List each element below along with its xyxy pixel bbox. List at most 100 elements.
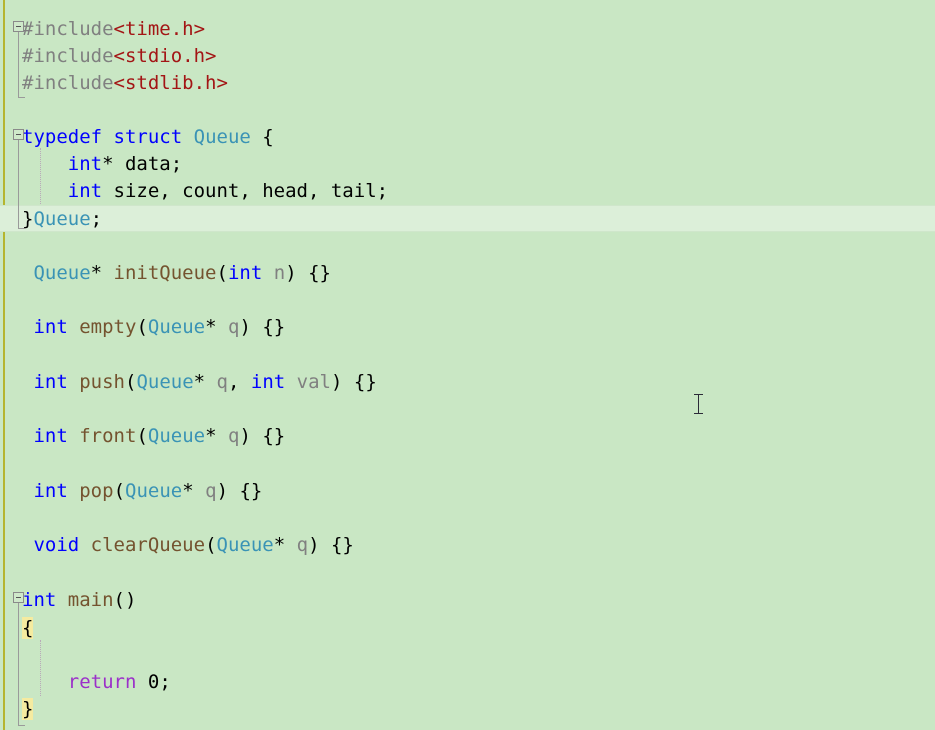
code-token: *	[205, 425, 228, 447]
code-line-current[interactable]: }Queue;	[0, 205, 935, 232]
fold-collapse-icon[interactable]	[13, 21, 24, 32]
fold-collapse-icon[interactable]	[13, 592, 24, 603]
code-line-text: int main()	[22, 587, 136, 614]
code-line-text: void clearQueue(Queue* q) {}	[22, 532, 354, 559]
fold-region-foot	[18, 725, 25, 726]
code-token: <time.h>	[113, 18, 206, 40]
code-token: (	[125, 371, 137, 393]
code-line-text: int push(Queue* q, int val) {}	[22, 369, 377, 396]
code-token: q	[227, 425, 240, 447]
code-line-text: Queue* initQueue(int n) {}	[22, 260, 331, 287]
fold-region-line	[18, 140, 19, 228]
code-line[interactable]: typedef struct Queue {	[0, 124, 935, 151]
code-line[interactable]: int pop(Queue* q) {}	[0, 478, 935, 505]
code-token: val	[296, 371, 331, 393]
code-line[interactable]: int size, count, head, tail;	[0, 178, 935, 205]
ibeam-top-serif	[694, 394, 703, 395]
code-token: Queue	[147, 425, 206, 447]
code-line[interactable]: #include<stdio.h>	[0, 43, 935, 70]
code-text-area[interactable]: #include<time.h> #include<stdio.h> #includ…	[0, 0, 935, 730]
code-line[interactable]: void clearQueue(Queue* q) {}	[0, 532, 935, 559]
code-line-text: #include<time.h>	[22, 16, 205, 43]
code-token: struct	[113, 126, 183, 148]
code-line-text: int empty(Queue* q) {}	[22, 314, 285, 341]
code-line[interactable]: int push(Queue* q, int val) {}	[0, 369, 935, 396]
code-token: q	[227, 316, 240, 338]
code-token: (	[136, 316, 148, 338]
code-token: push	[79, 371, 125, 393]
code-line-text: {	[22, 615, 34, 642]
text-ibeam-cursor	[692, 393, 705, 415]
code-line[interactable]: Queue* initQueue(int n) {}	[0, 260, 935, 287]
code-token: ) {}	[331, 371, 377, 393]
code-line[interactable]: int main()	[0, 587, 935, 614]
fold-region-foot	[18, 228, 25, 229]
fold-region-foot	[18, 97, 25, 98]
code-token: ) {}	[216, 480, 263, 502]
code-token: n	[273, 262, 286, 284]
code-token: ;	[170, 153, 183, 175]
code-line[interactable]	[0, 97, 935, 124]
code-token: pop	[79, 480, 114, 502]
code-line[interactable]: int* data;	[0, 151, 935, 178]
code-token: size, count, head, tail;	[102, 180, 389, 202]
main-indent	[40, 640, 42, 696]
code-line[interactable]: int front(Queue* q) {}	[0, 423, 935, 450]
code-token: <stdlib.h>	[113, 72, 228, 94]
code-token: (	[216, 262, 228, 284]
code-token: ()	[113, 589, 137, 611]
code-line[interactable]	[0, 450, 935, 477]
code-line-text: int pop(Queue* q) {}	[22, 478, 262, 505]
code-token: void	[33, 534, 80, 556]
code-token: *	[102, 153, 125, 175]
code-line-text: #include<stdio.h>	[22, 43, 216, 70]
code-token: Queue	[33, 208, 91, 230]
code-token: *	[182, 480, 206, 502]
code-line[interactable]	[0, 341, 935, 368]
code-line[interactable]	[0, 505, 935, 532]
code-line[interactable]: {	[0, 615, 935, 642]
ibeam-bottom-serif	[694, 413, 703, 414]
code-token: Queue	[125, 480, 183, 502]
code-token: int	[227, 262, 263, 284]
code-line[interactable]: #include<time.h>	[0, 16, 935, 43]
code-line[interactable]: }	[0, 696, 935, 723]
code-line[interactable]	[0, 642, 935, 669]
code-token: ;	[159, 671, 171, 693]
code-token: Queue	[136, 371, 194, 393]
code-token: #include	[22, 45, 114, 67]
code-line[interactable]: #include<stdlib.h>	[0, 70, 935, 97]
code-token: ) {}	[239, 425, 286, 447]
code-line[interactable]	[0, 233, 935, 260]
code-token: data	[124, 153, 171, 175]
code-token: 0	[147, 671, 160, 693]
fold-collapse-icon[interactable]	[13, 129, 24, 140]
struct-indent	[40, 148, 42, 204]
code-token: Queue	[216, 534, 274, 556]
code-line-text: int* data;	[22, 151, 182, 178]
code-line[interactable]	[0, 396, 935, 423]
code-token: clearQueue	[90, 534, 206, 556]
code-line[interactable]	[0, 560, 935, 587]
code-line[interactable]: int empty(Queue* q) {}	[0, 314, 935, 341]
code-line-text: }	[22, 696, 34, 723]
code-token: q	[296, 534, 309, 556]
code-token: ) {}	[308, 534, 354, 556]
code-line[interactable]	[0, 287, 935, 314]
fold-region-line	[18, 32, 19, 97]
code-token: int	[33, 316, 68, 338]
code-token: ,	[228, 371, 251, 393]
code-token: }	[22, 208, 34, 230]
code-line[interactable]: return 0;	[0, 669, 935, 696]
code-token: main	[67, 589, 114, 611]
code-editor-pane[interactable]: #include<time.h> #include<stdio.h> #includ…	[0, 0, 935, 730]
code-token: #include	[22, 18, 114, 40]
